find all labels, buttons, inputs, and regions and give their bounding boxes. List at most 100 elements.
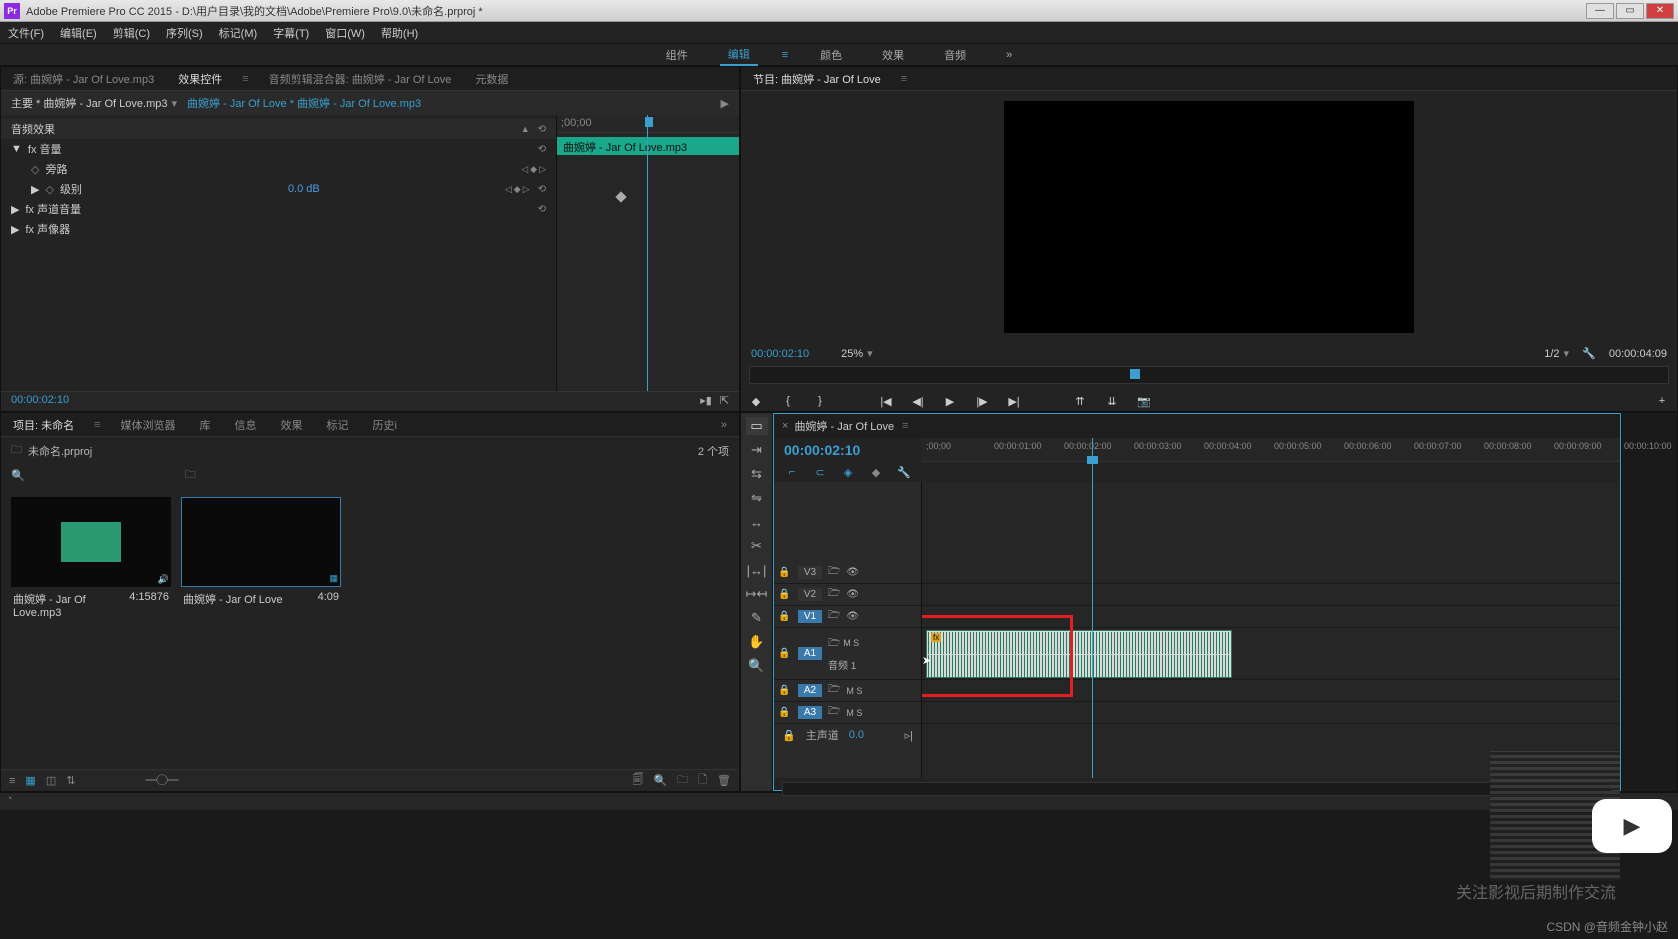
add-button-icon[interactable]: + (1653, 392, 1671, 410)
ec-mini-timeline[interactable]: ;00;00 曲婉婷 - Jar Of Love.mp3 (556, 115, 739, 391)
rolling-edit-tool-icon[interactable]: ⇋ (746, 489, 768, 507)
goto-out-icon[interactable]: ▶| (1005, 392, 1023, 410)
list-view-icon[interactable]: ≡ (9, 775, 15, 787)
new-bin-icon[interactable]: 🗀 (677, 771, 688, 790)
tab-more[interactable]: » (717, 417, 731, 433)
minimize-button[interactable]: — (1586, 3, 1614, 19)
project-item-sequence[interactable]: ▦ 曲婉婷 - Jar Of Love4:09 (181, 497, 341, 759)
program-fit[interactable]: 1/2 (1544, 348, 1569, 360)
caret-right-icon[interactable]: ▶ (31, 183, 39, 196)
hand-tool-icon[interactable]: ✋ (746, 633, 768, 651)
bin-icon[interactable]: 🗀 (11, 441, 22, 460)
track-content-a1[interactable]: fx ➤ (922, 628, 1620, 680)
ec-master-dropdown[interactable] (167, 97, 177, 110)
stopwatch-icon[interactable]: ◇ (31, 163, 39, 176)
track-content-a3[interactable] (922, 702, 1620, 724)
kf-prev-icon[interactable]: ◁ (521, 164, 528, 175)
ripple-edit-tool-icon[interactable]: ⇆ (746, 465, 768, 483)
tab-media-browser[interactable]: 媒体浏览器 (117, 415, 180, 435)
ec-keyframe-diamond[interactable] (615, 191, 626, 202)
ec-level-value[interactable]: 0.0 dB (288, 183, 320, 195)
track-a3[interactable]: A3 (798, 706, 822, 719)
tab-markers[interactable]: 标记 (323, 415, 353, 435)
track-v2[interactable]: V2 (798, 588, 822, 601)
ec-channel-volume[interactable]: fx 声道音量 (25, 201, 81, 217)
tab-info[interactable]: 信息 (231, 415, 261, 435)
ec-footer-icon-2[interactable]: ⇱ (720, 394, 729, 409)
caret-right-panner-icon[interactable]: ▶ (11, 223, 19, 236)
step-fwd-icon[interactable]: |▶ (973, 392, 991, 410)
timeline-seq-tab[interactable]: 曲婉婷 - Jar Of Love (794, 418, 894, 434)
menu-clip[interactable]: 剪辑(C) (113, 25, 150, 41)
step-back-icon[interactable]: ◀| (909, 392, 927, 410)
extract-icon[interactable]: ⇊ (1103, 392, 1121, 410)
caret-down-icon[interactable]: ▼ (11, 143, 22, 155)
timeline-zoom-scrollbar[interactable] (782, 782, 1612, 796)
kf-next-level-icon[interactable]: ▷ (523, 184, 530, 195)
tab-project[interactable]: 项目: 未命名 (9, 415, 78, 435)
marker-icon[interactable]: ◈ (840, 464, 856, 480)
track-a2[interactable]: A2 (798, 684, 822, 697)
lock-a1-icon[interactable]: 🔒 (778, 648, 792, 659)
fx-badge-icon[interactable]: fx (931, 633, 941, 642)
ws-effects[interactable]: 效果 (874, 45, 912, 65)
ms-a1[interactable]: M S (843, 638, 859, 648)
zoom-tool-icon[interactable]: 🔍 (746, 657, 768, 675)
timeline-timecode[interactable]: 00:00:02:10 (774, 438, 922, 462)
toggle-a1-icon[interactable]: 🗁 (828, 638, 840, 649)
tab-metadata[interactable]: 元数据 (471, 69, 512, 89)
freeform-view-icon[interactable]: ◫ (46, 774, 56, 787)
ec-reset-volume-icon[interactable] (532, 144, 546, 155)
track-select-tool-icon[interactable]: ⇥ (746, 441, 768, 459)
tab-effect-controls[interactable]: 效果控件 (174, 69, 226, 89)
linked-selection-icon[interactable]: ⊂ (812, 464, 828, 480)
ec-footer-icon-1[interactable]: ▸▮ (700, 394, 712, 409)
ec-reset-icon[interactable] (532, 124, 546, 135)
razor-tool-icon[interactable]: ✂ (746, 537, 768, 555)
settings-tl-icon[interactable]: ◆ (868, 464, 884, 480)
menu-file[interactable]: 文件(F) (8, 25, 44, 41)
track-content-a2[interactable] (922, 680, 1620, 702)
lock-a2-icon[interactable]: 🔒 (778, 685, 792, 696)
toggle-v1-icon[interactable]: 🗁 (828, 608, 840, 625)
ms-a2[interactable]: M S (846, 686, 862, 696)
kf-add-icon[interactable]: ◆ (530, 164, 537, 175)
auto-match-icon[interactable]: 🗐 (632, 771, 643, 790)
program-panel-menu-icon[interactable]: ≡ (901, 73, 907, 85)
ec-scroll-up-icon[interactable]: ▲ (521, 124, 530, 135)
project-panel-menu-icon[interactable]: ≡ (94, 419, 100, 431)
tab-source[interactable]: 源: 曲婉婷 - Jar Of Love.mp3 (9, 69, 158, 89)
toggle-v3-icon[interactable]: 🗁 (828, 564, 840, 581)
menu-title[interactable]: 字幕(T) (273, 25, 309, 41)
timeline-ruler[interactable]: ;00;00 00:00:01:00 00:00:02:00 00:00:03:… (922, 438, 1620, 462)
stopwatch-level-icon[interactable]: ◇ (45, 183, 53, 196)
trash-icon[interactable]: 🗑 (717, 774, 731, 787)
master-value[interactable]: 0.0 (849, 729, 864, 741)
ws-editing[interactable]: 编辑 (720, 44, 758, 66)
menu-window[interactable]: 窗口(W) (325, 25, 365, 41)
ms-a3[interactable]: M S (846, 708, 862, 718)
new-item-icon[interactable]: 🗋 (698, 771, 707, 790)
sort-icon[interactable]: ⇅ (66, 774, 75, 787)
ec-timecode[interactable]: 00:00:02:10 (11, 394, 69, 409)
toggle-v2-icon[interactable]: 🗁 (828, 586, 840, 603)
pen-tool-icon[interactable]: ✎ (746, 609, 768, 627)
ec-fx-volume[interactable]: fx 音量 (28, 141, 62, 157)
lock-v3-icon[interactable]: 🔒 (778, 567, 792, 578)
goto-in-icon[interactable]: |◀ (877, 392, 895, 410)
menu-marker[interactable]: 标记(M) (219, 25, 258, 41)
program-mini-timeline[interactable] (749, 366, 1669, 384)
toggle-a3-icon[interactable]: 🗁 (828, 704, 840, 721)
tab-history[interactable]: 历史i (369, 415, 401, 435)
slip-tool-icon[interactable]: |↔| (746, 561, 768, 579)
track-content-v3[interactable] (922, 562, 1620, 584)
ws-color[interactable]: 颜色 (812, 45, 850, 65)
lock-master-icon[interactable]: 🔒 (782, 729, 796, 742)
export-frame-icon[interactable]: 📷 (1135, 392, 1153, 410)
track-content-v1[interactable] (922, 606, 1620, 628)
ec-level[interactable]: 级别 (60, 181, 82, 197)
ec-panner[interactable]: fx 声像器 (25, 221, 70, 237)
seq-close-icon[interactable]: × (782, 420, 788, 432)
track-v1[interactable]: V1 (798, 610, 822, 623)
lock-v1-icon[interactable]: 🔒 (778, 611, 792, 622)
